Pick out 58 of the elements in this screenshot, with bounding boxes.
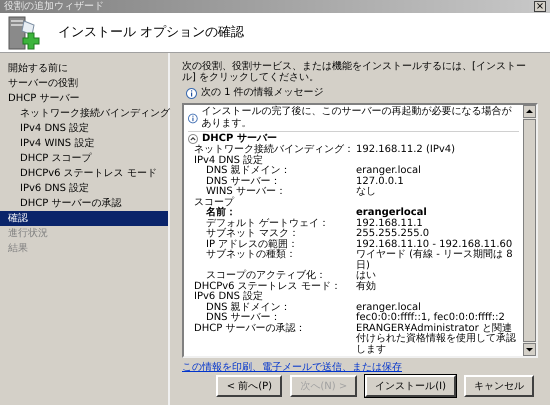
field-value: eranger.local [356,302,421,312]
field-value: 192.168.11.10 - 192.168.11.60 [356,240,514,250]
close-button[interactable]: × [534,1,546,12]
field-value: 255.255.255.0 [356,229,430,240]
window-title: 役割の追加ウィザード [4,0,104,12]
wizard-step[interactable]: IPv4 WINS 設定 [0,136,168,151]
field-value: はい [356,271,377,281]
wizard-step[interactable]: サーバーの役割 [0,76,168,91]
field-label: WINS サーバー： [205,187,287,197]
field-value: fec0:0:0:ffff::1, fec0:0:0:ffff::2 [356,313,505,323]
field-value: erangerlocal [356,208,428,218]
field-label: スコープ [193,198,234,208]
wizard-button[interactable]: インストール(I) [365,375,456,397]
field-label: DHCPv6 ステートレス モード： [193,282,342,292]
field-value: ワイヤード (有線 - リース期間は 8 日) [356,250,514,271]
field-label: サブネット マスク： [205,229,300,239]
field-label: 名前： [205,208,237,218]
field-value: 127.0.0.1 [356,176,405,186]
server-add-icon [8,14,42,50]
print-email-save-link[interactable]: この情報を印刷、電子メールで送信、または保存 [182,362,402,374]
wizard-step[interactable]: 確認 [0,211,168,226]
field-label: スコープのアクティブ化： [205,271,327,282]
wizard-step[interactable]: DHCP スコープ [0,151,168,166]
field-label: DNS 親ドメイン： [205,166,292,176]
wizard-step[interactable]: DHCP サーバーの承認 [0,196,168,211]
wizard-step[interactable]: DHCPv6 ステートレス モード [0,166,168,181]
wizard-step[interactable]: ネットワーク接続バインディング [0,106,168,121]
restart-message: インストールの完了後に、このサーバーの再起動が必要になる場合があります。 [202,106,513,130]
field-label: IPv6 DNS 設定 [193,292,264,302]
field-label: DNS サーバー： [205,176,282,186]
wizard-step[interactable]: DHCP サーバー [0,91,168,106]
wizard-button[interactable]: < 前へ(P) [216,375,282,397]
field-label: IPv4 DNS 設定 [193,156,264,166]
field-label: DHCP サーバーの承認： [193,324,306,336]
section-header[interactable]: DHCP サーバー [188,132,277,145]
instruction-text: 次の役割、役割サービス、または機能をインストールするには、[インストール] をクリックしてください。 [182,61,527,83]
field-value: ERANGER¥Administrator と関連付けられた資格情報を使用して承認します [356,324,517,355]
field-label: サブネットの種類： [205,250,297,262]
field-value: なし [356,187,377,198]
field-value: 192.168.11.1 [356,218,424,228]
wizard-step[interactable]: IPv6 DNS 設定 [0,181,168,196]
scrollbar[interactable] [523,105,536,356]
collapse-chevron-icon[interactable] [188,134,198,144]
info-icon [188,112,198,124]
wizard-button[interactable]: キャンセル [464,375,534,397]
field-value: 192.168.11.2 (IPv4) [356,145,456,156]
info-summary: 次の 1 件の情報メッセージ [201,87,324,99]
field-label: ネットワーク接続バインディング： [193,145,355,155]
wizard-step[interactable]: 開始する前に [0,61,168,76]
field-label: DNS サーバー： [205,313,282,323]
field-label: DNS 親ドメイン： [205,302,292,312]
page-heading: インストール オプションの確認 [58,24,244,42]
field-label: IP アドレスの範囲： [205,240,300,250]
info-icon [186,88,197,98]
field-label: デフォルト ゲートウェイ： [205,218,330,228]
field-value: eranger.local [356,166,422,176]
field-value: 有効 [356,282,377,292]
wizard-step[interactable]: IPv4 DNS 設定 [0,121,168,136]
